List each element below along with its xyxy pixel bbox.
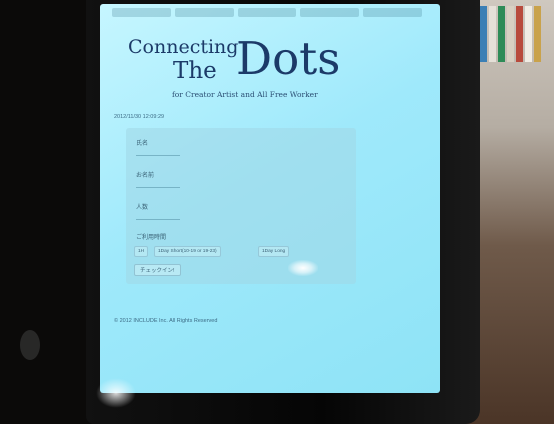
tablet-side-button: [20, 330, 40, 360]
browser-tab-bar: [112, 8, 422, 19]
logo-dots: Dots: [236, 32, 341, 85]
people-label: 人数: [136, 205, 149, 211]
copyright-text: © 2012 INCLUDE Inc. All Rights Reserved: [114, 318, 218, 324]
book: [534, 6, 541, 62]
logo-connecting: Connecting: [128, 36, 239, 58]
tagline: for Creator Artist and All Free Worker: [172, 90, 318, 99]
browser-tab[interactable]: [237, 8, 297, 17]
people-input[interactable]: [136, 212, 180, 220]
plan-option-short[interactable]: 1Day Short(10-19 or 19-23): [154, 246, 221, 257]
name-label: 氏名: [136, 141, 149, 147]
light-reflection: [96, 378, 136, 408]
book: [525, 6, 532, 62]
browser-tab[interactable]: [363, 8, 422, 17]
timestamp: 2012/11/30 12:09:29: [114, 114, 165, 120]
book: [498, 6, 505, 62]
browser-tab[interactable]: [174, 8, 234, 17]
screen-glare: [288, 260, 318, 276]
book: [507, 6, 514, 62]
affiliation-input[interactable]: [136, 180, 180, 188]
browser-tab[interactable]: [112, 8, 171, 17]
book: [489, 6, 496, 62]
plan-label: ご利用時間: [136, 235, 167, 241]
checkin-button[interactable]: チェックイン!: [134, 264, 181, 276]
plan-option-long[interactable]: 1Day Long: [258, 246, 290, 257]
book: [480, 6, 487, 62]
checkin-form: 氏名 お名前 人数 ご利用時間 1H 1Day Short(10-19 or 1…: [126, 128, 356, 284]
affiliation-label: お名前: [136, 173, 155, 179]
name-input[interactable]: [136, 148, 180, 156]
book: [516, 6, 523, 62]
tablet-screen: Connecting The Dots for Creator Artist a…: [100, 4, 440, 393]
browser-tab[interactable]: [300, 8, 360, 17]
plan-option-1h[interactable]: 1H: [134, 246, 149, 257]
logo-the: The: [173, 58, 217, 84]
